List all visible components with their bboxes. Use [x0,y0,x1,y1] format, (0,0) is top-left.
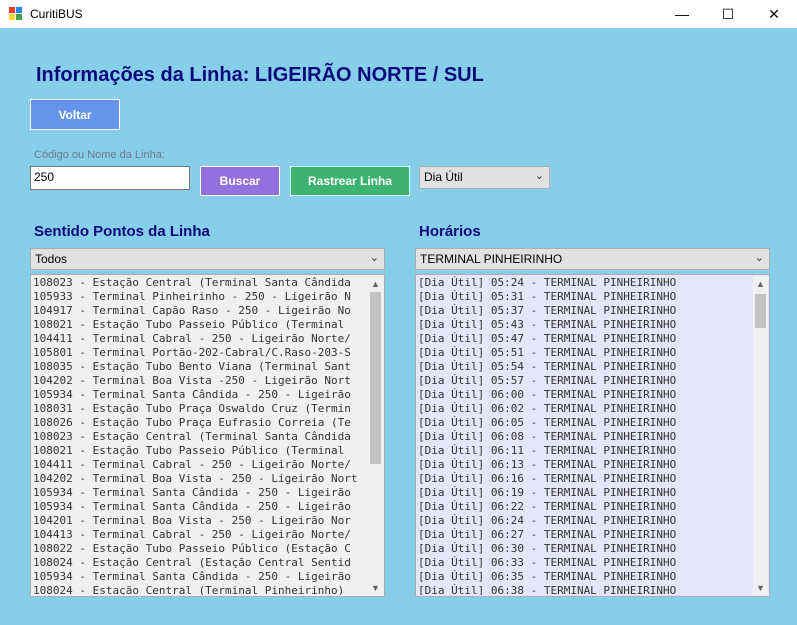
schedule-list-item[interactable]: [Dia Útil] 05:24 - TERMINAL PINHEIRINHO [417,276,753,290]
stops-scrollbar[interactable]: ▲ ▼ [368,276,383,595]
schedule-list-item[interactable]: [Dia Útil] 06:02 - TERMINAL PINHEIRINHO [417,402,753,416]
stop-list-item[interactable]: 108024 - Estação Central (Terminal Pinhe… [32,584,368,595]
stops-scroll-thumb[interactable] [370,292,381,464]
search-label: Código ou Nome da Linha: [34,149,165,161]
stop-list-item[interactable]: 108024 - Estação Central (Estação Centra… [32,556,368,570]
stop-list-item[interactable]: 105801 - Terminal Portão-202-Cabral/C.Ra… [32,346,368,360]
page-title: Informações da Linha: LIGEIRÃO NORTE / S… [36,64,484,86]
chevron-down-icon: ⌄ [534,170,544,182]
schedule-list-item[interactable]: [Dia Útil] 06:22 - TERMINAL PINHEIRINHO [417,500,753,514]
chevron-down-icon: ⌄ [369,252,379,264]
schedule-list-item[interactable]: [Dia Útil] 06:38 - TERMINAL PINHEIRINHO [417,584,753,595]
schedule-list-item[interactable]: [Dia Útil] 06:30 - TERMINAL PINHEIRINHO [417,542,753,556]
main-panel: Informações da Linha: LIGEIRÃO NORTE / S… [0,28,797,625]
maximize-button[interactable]: ☐ [705,0,751,28]
minimize-button[interactable]: — [659,0,705,28]
schedule-list-item[interactable]: [Dia Útil] 06:24 - TERMINAL PINHEIRINHO [417,514,753,528]
stop-list-item[interactable]: 108022 - Estação Tubo Passeio Público (E… [32,542,368,556]
stop-list-item[interactable]: 104201 - Terminal Boa Vista - 250 - Lige… [32,514,368,528]
stop-list-item[interactable]: 104413 - Terminal Cabral - 250 - Ligeirã… [32,528,368,542]
stop-list-item[interactable]: 105933 - Terminal Pinheirinho - 250 - Li… [32,290,368,304]
day-type-select[interactable]: Dia Útil ⌄ [419,166,550,189]
window-title: CuritiBUS [30,7,83,21]
schedule-list-item[interactable]: [Dia Útil] 06:05 - TERMINAL PINHEIRINHO [417,416,753,430]
stop-list-item[interactable]: 105934 - Terminal Santa Cândida - 250 - … [32,388,368,402]
app-icon [9,7,23,21]
track-line-button[interactable]: Rastrear Linha [290,166,410,196]
stop-list-item[interactable]: 108026 - Estação Tubo Praça Eufrasio Cor… [32,416,368,430]
schedule-list-item[interactable]: [Dia Útil] 06:19 - TERMINAL PINHEIRINHO [417,486,753,500]
chevron-down-icon[interactable]: ▼ [753,580,768,595]
schedule-list-item[interactable]: [Dia Útil] 06:11 - TERMINAL PINHEIRINHO [417,444,753,458]
schedule-list-item[interactable]: [Dia Útil] 05:37 - TERMINAL PINHEIRINHO [417,304,753,318]
terminal-value: TERMINAL PINHEIRINHO [420,252,563,266]
title-bar: CuritiBUS — ☐ ✕ [0,0,797,28]
day-type-value: Dia Útil [424,170,463,184]
stop-list-item[interactable]: 104202 - Terminal Boa Vista - 250 - Lige… [32,472,368,486]
schedule-list-items: [Dia Útil] 05:24 - TERMINAL PINHEIRINHO[… [417,276,753,595]
chevron-down-icon: ⌄ [754,252,764,264]
stop-list-item[interactable]: 108031 - Estação Tubo Praça Oswaldo Cruz… [32,402,368,416]
stop-list-item[interactable]: 105934 - Terminal Santa Cândida - 250 - … [32,500,368,514]
schedule-list-item[interactable]: [Dia Útil] 05:51 - TERMINAL PINHEIRINHO [417,346,753,360]
schedule-list-item[interactable]: [Dia Útil] 05:43 - TERMINAL PINHEIRINHO [417,318,753,332]
schedule-list[interactable]: [Dia Útil] 05:24 - TERMINAL PINHEIRINHO[… [415,274,770,597]
schedule-section-title: Horários [419,223,481,240]
schedule-list-item[interactable]: [Dia Útil] 05:47 - TERMINAL PINHEIRINHO [417,332,753,346]
schedule-scrollbar[interactable]: ▲ ▼ [753,276,768,595]
back-button[interactable]: Voltar [30,99,120,130]
stop-list-item[interactable]: 104411 - Terminal Cabral - 250 - Ligeirã… [32,458,368,472]
stops-list-items: 108023 - Estação Central (Terminal Santa… [32,276,368,595]
stop-list-item[interactable]: 108035 - Estação Tubo Bento Viana (Termi… [32,360,368,374]
stop-list-item[interactable]: 108023 - Estação Central (Terminal Santa… [32,430,368,444]
stop-list-item[interactable]: 105934 - Terminal Santa Cândida - 250 - … [32,486,368,500]
schedule-scroll-thumb[interactable] [755,294,766,328]
schedule-list-item[interactable]: [Dia Útil] 06:27 - TERMINAL PINHEIRINHO [417,528,753,542]
terminal-select[interactable]: TERMINAL PINHEIRINHO ⌄ [415,248,770,270]
stops-section-title: Sentido Pontos da Linha [34,223,210,240]
stop-list-item[interactable]: 108021 - Estação Tubo Passeio Público (T… [32,318,368,332]
schedule-list-item[interactable]: [Dia Útil] 06:16 - TERMINAL PINHEIRINHO [417,472,753,486]
stop-list-item[interactable]: 104411 - Terminal Cabral - 250 - Ligeirã… [32,332,368,346]
stop-list-item[interactable]: 104202 - Terminal Boa Vista -250 - Ligei… [32,374,368,388]
schedule-list-item[interactable]: [Dia Útil] 05:54 - TERMINAL PINHEIRINHO [417,360,753,374]
chevron-up-icon[interactable]: ▲ [753,276,768,291]
direction-select[interactable]: Todos ⌄ [30,248,385,270]
chevron-down-icon[interactable]: ▼ [368,580,383,595]
close-button[interactable]: ✕ [751,0,797,28]
schedule-list-item[interactable]: [Dia Útil] 06:35 - TERMINAL PINHEIRINHO [417,570,753,584]
search-button[interactable]: Buscar [200,166,280,196]
schedule-list-item[interactable]: [Dia Útil] 06:00 - TERMINAL PINHEIRINHO [417,388,753,402]
schedule-list-item[interactable]: [Dia Útil] 05:57 - TERMINAL PINHEIRINHO [417,374,753,388]
line-search-input[interactable]: 250 [30,166,190,190]
stop-list-item[interactable]: 104917 - Terminal Capão Raso - 250 - Lig… [32,304,368,318]
schedule-list-item[interactable]: [Dia Útil] 06:08 - TERMINAL PINHEIRINHO [417,430,753,444]
stop-list-item[interactable]: 108021 - Estação Tubo Passeio Público (T… [32,444,368,458]
direction-value: Todos [35,252,68,266]
stop-list-item[interactable]: 105934 - Terminal Santa Cândida - 250 - … [32,570,368,584]
stop-list-item[interactable]: 108023 - Estação Central (Terminal Santa… [32,276,368,290]
schedule-list-item[interactable]: [Dia Útil] 06:13 - TERMINAL PINHEIRINHO [417,458,753,472]
stops-list[interactable]: 108023 - Estação Central (Terminal Santa… [30,274,385,597]
schedule-list-item[interactable]: [Dia Útil] 05:31 - TERMINAL PINHEIRINHO [417,290,753,304]
schedule-list-item[interactable]: [Dia Útil] 06:33 - TERMINAL PINHEIRINHO [417,556,753,570]
chevron-up-icon[interactable]: ▲ [368,276,383,291]
